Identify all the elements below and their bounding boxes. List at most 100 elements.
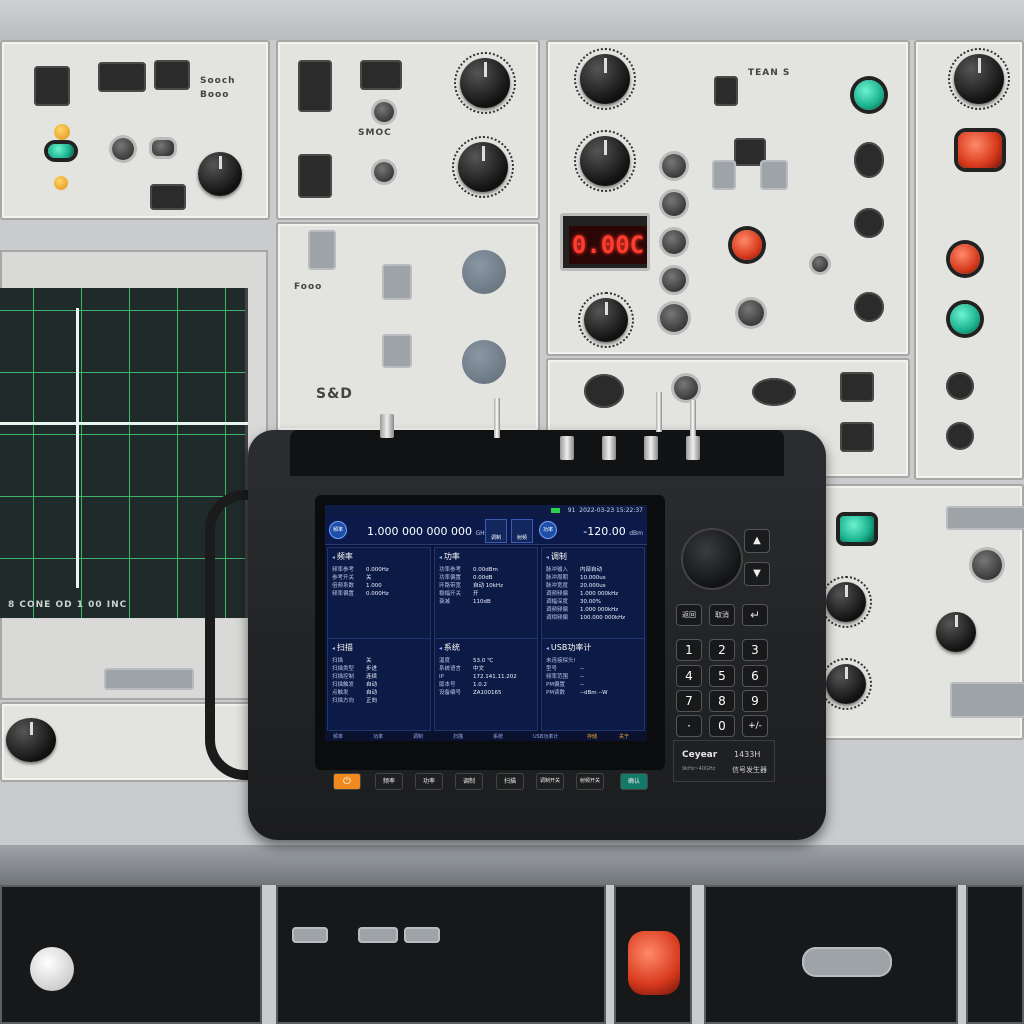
selector-switch[interactable]	[946, 506, 1024, 530]
numpad-8[interactable]: 8	[709, 690, 735, 712]
rotary-switch[interactable]	[812, 256, 828, 272]
rotary-switch[interactable]	[662, 154, 686, 178]
rf-connector[interactable]	[644, 436, 658, 460]
param-row[interactable]: 功率偏置 0.00dB	[439, 574, 533, 582]
enter-key[interactable]: ↵	[742, 604, 768, 626]
emergency-button[interactable]	[628, 931, 680, 995]
modulation-tile[interactable]: 调制	[485, 519, 507, 543]
param-row[interactable]: 未连接探头!	[546, 657, 640, 665]
numpad-1[interactable]: 1	[676, 639, 702, 661]
modulation-key[interactable]: 调制	[455, 773, 483, 790]
selector-switch[interactable]	[358, 927, 398, 943]
rotary-switch[interactable]	[662, 230, 686, 254]
toggle-switch[interactable]	[34, 66, 70, 106]
selector-switch[interactable]	[404, 927, 440, 943]
param-row[interactable]: 脉冲输入 内部自动	[546, 566, 640, 574]
param-row[interactable]: 脉冲宽度 20.000us	[546, 582, 640, 590]
rotary-switch[interactable]	[738, 300, 764, 326]
toggle-switch[interactable]	[150, 184, 186, 210]
selector-switch[interactable]	[382, 334, 412, 368]
toggle-switch[interactable]	[154, 60, 190, 90]
param-row[interactable]: 扫描类型 步进	[332, 665, 426, 673]
rotary-switch[interactable]	[374, 162, 394, 182]
param-row[interactable]: 频率偏置 0.000Hz	[332, 590, 426, 598]
return-key[interactable]: 返回	[676, 604, 702, 626]
round-button[interactable]	[462, 340, 506, 384]
param-row[interactable]: 扫描 关	[332, 657, 426, 665]
selector-switch[interactable]	[760, 160, 788, 190]
cell-frequency[interactable]: 频率频率参考 0.000Hz 参考开关 关倍频系数 1.000 频率偏置 0.000Hz	[327, 547, 431, 640]
rf-connector[interactable]	[686, 436, 700, 460]
rotary-switch[interactable]	[112, 138, 134, 160]
push-button[interactable]	[840, 422, 874, 452]
rotary-switch[interactable]	[972, 550, 1002, 580]
param-row[interactable]: 衰减 110dB	[439, 598, 533, 606]
softkey[interactable]: 功率	[373, 733, 383, 740]
rotary-switch[interactable]	[662, 192, 686, 216]
rotary-switch[interactable]	[662, 268, 686, 292]
rf-connector[interactable]	[602, 436, 616, 460]
numpad-plus-minus[interactable]: +/-	[742, 715, 768, 737]
toggle-switch[interactable]	[98, 62, 146, 92]
softkey[interactable]: 存储	[587, 733, 597, 740]
rf-tile[interactable]: 射频	[511, 519, 533, 543]
selector-switch[interactable]	[802, 947, 892, 977]
push-button[interactable]	[854, 208, 884, 238]
param-row[interactable]: PM偏置 --	[546, 681, 640, 689]
power-key[interactable]: 功率	[415, 773, 443, 790]
cell-modulation[interactable]: 调制脉冲输入 内部自动脉冲周期 10.000us 脉冲宽度 20.000us 调频频偏 1.…	[541, 547, 645, 640]
rotary-switch[interactable]	[152, 140, 174, 156]
param-row[interactable]: 温度 53.0 ℃	[439, 657, 533, 665]
numpad-decimal[interactable]: ·	[676, 715, 702, 737]
white-knob[interactable]	[30, 947, 74, 991]
rf-switch-key[interactable]: 射频开关	[576, 773, 604, 790]
push-button[interactable]	[946, 422, 974, 450]
toggle-switch[interactable]	[298, 154, 332, 198]
mod-switch-key[interactable]: 调制开关	[536, 773, 564, 790]
param-row[interactable]: 频率范围 --	[546, 673, 640, 681]
control-knob[interactable]	[454, 52, 516, 114]
param-row[interactable]: 调频频偏 1.000 000kHz	[546, 590, 640, 598]
param-row[interactable]: 脉冲周期 10.000us	[546, 574, 640, 582]
param-row[interactable]: 点触发 自动	[332, 689, 426, 697]
param-row[interactable]: 倍频系数 1.000	[332, 582, 426, 590]
param-row[interactable]: 系统语言 中文	[439, 665, 533, 673]
control-knob[interactable]	[452, 136, 514, 198]
softkey[interactable]: 系统	[493, 733, 503, 740]
round-button[interactable]	[462, 250, 506, 294]
numpad-7[interactable]: 7	[676, 690, 702, 712]
push-button[interactable]	[752, 378, 796, 406]
down-arrow-key[interactable]: ▼	[744, 562, 770, 586]
push-button[interactable]	[840, 372, 874, 402]
toggle-switch[interactable]	[714, 76, 738, 106]
control-knob[interactable]	[574, 130, 636, 192]
control-knob[interactable]	[6, 718, 56, 762]
numpad-6[interactable]: 6	[742, 665, 768, 687]
control-knob[interactable]	[820, 576, 872, 628]
confirm-key[interactable]: 确认	[620, 773, 648, 790]
toggle-switch[interactable]	[360, 60, 402, 90]
param-row[interactable]: 功率参考 0.00dBm	[439, 566, 533, 574]
amplitude-readout[interactable]: -120.00 dBm	[583, 525, 643, 538]
up-arrow-key[interactable]: ▲	[744, 529, 770, 553]
power-button[interactable]: ⏻	[333, 773, 361, 790]
param-row[interactable]: 环路带宽 自动 10kHz	[439, 582, 533, 590]
control-knob[interactable]	[578, 292, 634, 348]
cell-system[interactable]: 系统温度 53.0 ℃ 系统语言 中文 IP 172.141.11.202 版本号 1.0.2…	[434, 638, 538, 731]
rotary-switch[interactable]	[374, 102, 394, 122]
push-button[interactable]	[854, 292, 884, 322]
frequency-mode-icon[interactable]: 频率	[329, 521, 347, 539]
selector-switch[interactable]	[308, 230, 336, 270]
param-row[interactable]: 参考开关 关	[332, 574, 426, 582]
control-knob[interactable]	[936, 612, 976, 652]
push-button[interactable]	[946, 372, 974, 400]
param-row[interactable]: PM读数 --dBm --W	[546, 689, 640, 697]
param-row[interactable]: 调相频偏 100.000 000kHz	[546, 614, 640, 622]
control-knob[interactable]	[820, 658, 872, 710]
control-knob[interactable]	[948, 48, 1010, 110]
cancel-key[interactable]: 取消	[709, 604, 735, 626]
selector-switch[interactable]	[950, 682, 1024, 718]
scope-switch[interactable]	[104, 668, 194, 690]
rf-connector[interactable]	[380, 414, 394, 438]
softkey[interactable]: 调制	[413, 733, 423, 740]
